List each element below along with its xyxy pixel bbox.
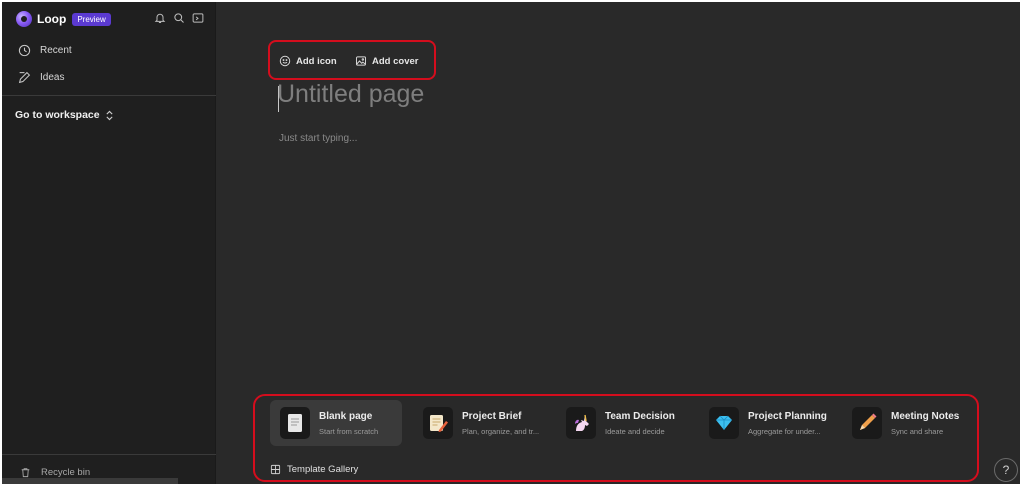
page-title-input[interactable]: Untitled page <box>277 80 424 109</box>
app-brand[interactable]: Loop Preview <box>16 10 111 28</box>
template-subtitle: Start from scratch <box>319 426 379 436</box>
add-cover-label: Add cover <box>372 55 419 67</box>
template-subtitle: Plan, organize, and tr... <box>462 426 540 436</box>
chevron-updown-icon <box>106 110 113 120</box>
template-thumbnail <box>280 407 310 439</box>
trash-icon <box>21 468 30 478</box>
page-body-placeholder[interactable]: Just start typing... <box>279 133 357 144</box>
template-title: Project Brief <box>462 410 522 422</box>
template-thumbnail <box>566 407 596 439</box>
sidebar-item-label: Recent <box>40 44 72 56</box>
help-button[interactable]: ? <box>994 458 1018 482</box>
sidebar-item-recent[interactable]: Recent <box>18 42 72 58</box>
app-name: Loop <box>37 12 67 26</box>
unicorn-icon <box>575 414 589 431</box>
recycle-bin-button[interactable]: Recycle bin <box>20 467 90 478</box>
template-gallery-button[interactable]: Template Gallery <box>270 464 358 475</box>
template-team-decision[interactable]: Team Decision Ideate and decide <box>556 400 688 446</box>
panel-toggle-icon[interactable] <box>192 12 204 24</box>
pen-icon <box>18 71 31 83</box>
add-icon-button[interactable]: Add icon <box>279 55 337 67</box>
template-text: Meeting Notes Sync and share <box>891 411 959 436</box>
diamond-icon <box>716 415 732 430</box>
template-subtitle: Ideate and decide <box>605 426 665 436</box>
loop-logo-icon <box>16 11 32 27</box>
template-text: Project Brief Plan, organize, and tr... <box>462 411 539 436</box>
smiley-icon <box>279 55 291 67</box>
template-text: Team Decision Ideate and decide <box>605 411 675 436</box>
add-cover-button[interactable]: Add cover <box>355 55 418 67</box>
template-thumbnail <box>709 407 739 439</box>
template-meeting-notes[interactable]: Meeting Notes Sync and share <box>842 400 974 446</box>
template-thumbnail <box>852 407 882 439</box>
sidebar-divider <box>2 95 216 96</box>
template-title: Meeting Notes <box>891 410 960 422</box>
template-gallery-label: Template Gallery <box>287 464 359 475</box>
sidebar-toolbar <box>154 12 204 24</box>
sidebar: Loop Preview Recent Ideas Go to workspac… <box>2 2 216 484</box>
template-subtitle: Aggregate for under... <box>748 426 821 436</box>
loop-app-window: Loop Preview Recent Ideas Go to workspac… <box>2 2 1020 484</box>
template-title: Team Decision <box>605 410 675 422</box>
template-project-planning[interactable]: Project Planning Aggregate for under... <box>699 400 831 446</box>
template-title: Project Planning <box>748 410 827 422</box>
search-icon[interactable] <box>173 12 185 24</box>
bell-icon[interactable] <box>154 12 166 24</box>
blank-page-icon <box>288 414 302 432</box>
template-title: Blank page <box>319 410 373 422</box>
template-project-brief[interactable]: Project Brief Plan, organize, and tr... <box>413 400 545 446</box>
recycle-bin-label: Recycle bin <box>41 467 91 478</box>
template-blank-page[interactable]: Blank page Start from scratch <box>270 400 402 446</box>
template-text: Blank page Start from scratch <box>319 411 378 436</box>
workspace-label: Go to workspace <box>15 109 100 121</box>
go-to-workspace-button[interactable]: Go to workspace <box>15 109 114 121</box>
preview-badge: Preview <box>72 12 111 26</box>
sidebar-bottom-divider <box>2 454 216 455</box>
template-text: Project Planning Aggregate for under... <box>748 411 827 436</box>
status-strip <box>2 478 178 484</box>
template-thumbnail <box>423 407 453 439</box>
grid-icon <box>270 464 281 475</box>
add-icon-label: Add icon <box>296 55 337 67</box>
image-icon <box>356 56 366 66</box>
notepad-pencil-icon <box>430 415 448 432</box>
sidebar-item-label: Ideas <box>40 71 65 83</box>
pencil-icon <box>860 413 877 430</box>
template-subtitle: Sync and share <box>891 426 944 436</box>
clock-icon <box>18 44 31 56</box>
sidebar-item-ideas[interactable]: Ideas <box>18 69 64 85</box>
